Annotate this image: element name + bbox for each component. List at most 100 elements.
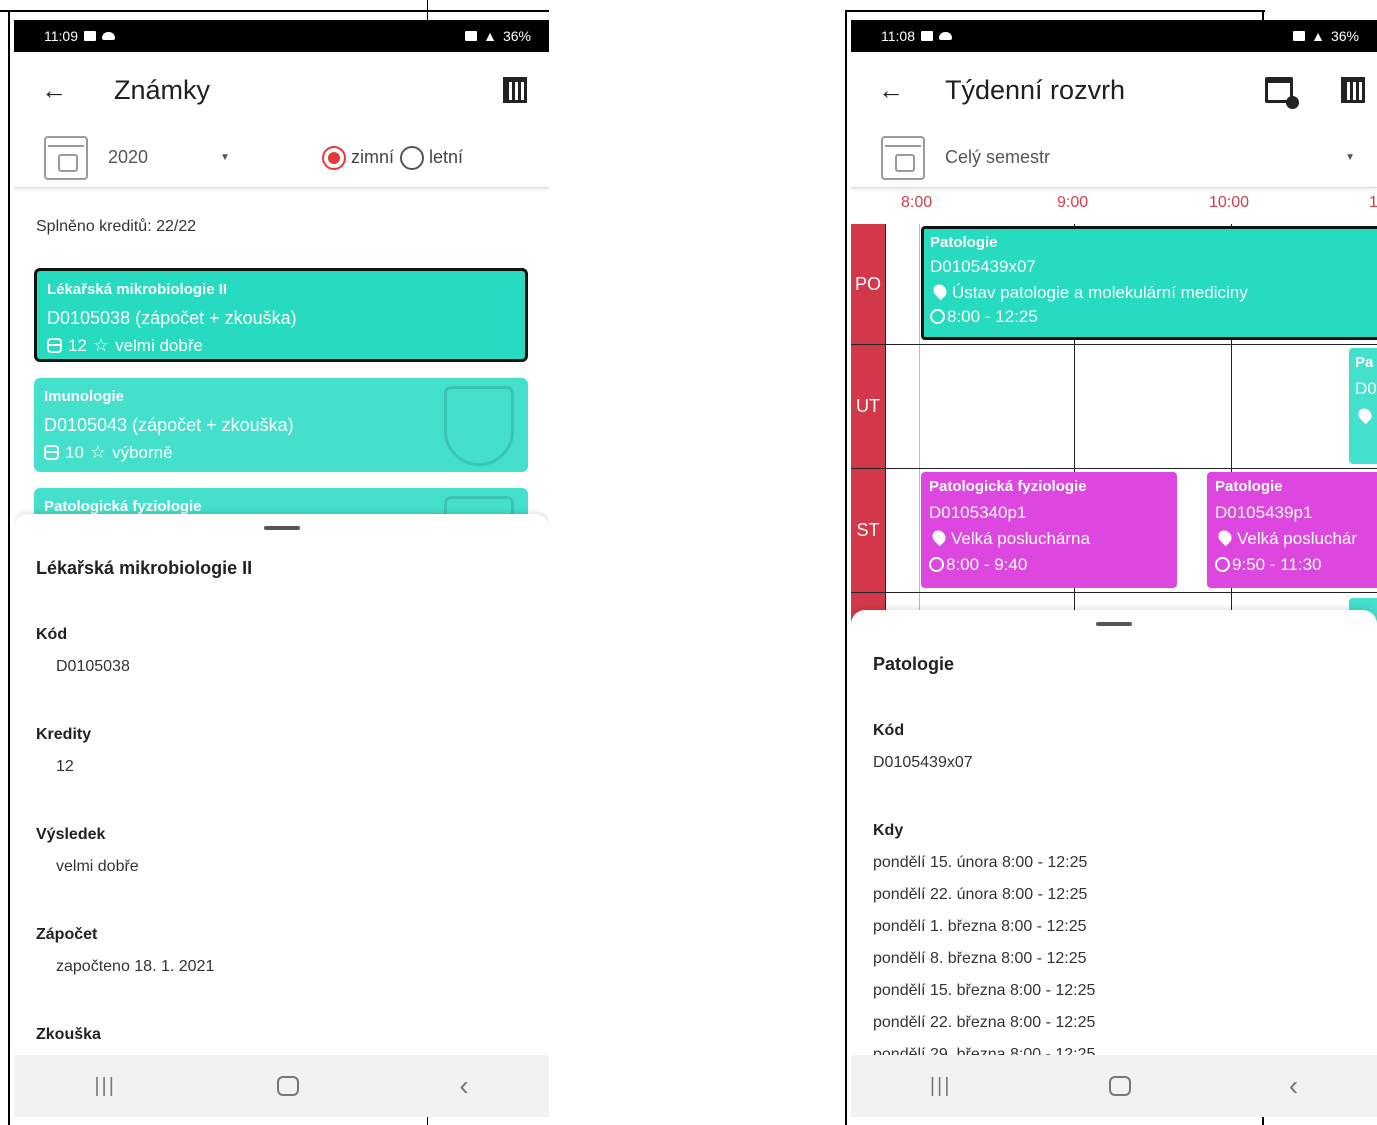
timetable-event[interactable]: Patologická fyziologie D0105340p1 Velká … [921, 472, 1177, 588]
event-time: 9:50 - 11:30 [1232, 555, 1322, 574]
time-label: 10:00 [1209, 194, 1250, 211]
back-arrow-icon[interactable]: ← [861, 75, 921, 106]
grid-vline [885, 224, 886, 644]
cloud-icon [102, 32, 115, 40]
radio-summer-label[interactable]: letní [429, 147, 463, 168]
clock-icon [930, 309, 945, 324]
clock-icon [1215, 557, 1230, 572]
calendar-icon [44, 135, 88, 180]
alarm-icon [465, 31, 478, 41]
dropdown-arrow-icon[interactable]: ▼ [220, 152, 230, 163]
building-icon[interactable] [1341, 77, 1365, 103]
back-nav-icon[interactable]: ‹ [1289, 1070, 1298, 1102]
signal-icon: ▲ [1311, 28, 1325, 44]
field-value: D0105439x07 [873, 754, 973, 771]
filter-bar: 2020 ▼ zimní letní [14, 128, 549, 188]
back-nav-icon[interactable]: ‹ [459, 1070, 468, 1102]
timetable-event[interactable]: Patologie D0105439p1 Velká posluchár 9:5… [1207, 472, 1377, 588]
credits-summary: Splněno kreditů: 22/22 [36, 218, 197, 235]
timetable-event[interactable]: Patologie D0105439x07 Ústav patologie a … [921, 226, 1377, 340]
guide-line [0, 10, 549, 12]
timetable-event[interactable]: Pa D0 [1349, 348, 1377, 464]
grid-vline [919, 224, 920, 644]
location-pin-icon [930, 281, 950, 301]
course-name: Lékařská mikrobiologie II [47, 281, 228, 298]
status-time: 11:09 [44, 28, 78, 44]
sheet-handle[interactable] [263, 526, 300, 530]
filter-bar: Celý semestr ▼ [851, 128, 1377, 188]
status-time: 11:08 [881, 28, 915, 44]
home-icon[interactable] [276, 1076, 299, 1096]
radio-winter-button[interactable] [321, 145, 346, 170]
guide-line [845, 10, 847, 1125]
field-value: D0105038 [56, 658, 130, 675]
field-value: 12 [56, 758, 74, 775]
guide-line [845, 10, 1265, 12]
detail-sheet: Patologie Kód D0105439x07 Kdy pondělí 15… [851, 610, 1377, 1063]
grade-card[interactable]: Lékařská mikrobiologie II D0105038 (zápo… [34, 268, 528, 362]
sheet-handle[interactable] [1096, 622, 1132, 626]
when-item: pondělí 22. března 8:00 - 12:25 [873, 1014, 1096, 1031]
dropdown-arrow-icon[interactable]: ▼ [1345, 152, 1355, 163]
when-item: pondělí 8. března 8:00 - 12:25 [873, 950, 1087, 967]
building-icon[interactable] [503, 77, 527, 103]
app-bar: ← Týdenní rozvrh [851, 52, 1377, 128]
event-place: Velká posluchár [1237, 529, 1358, 548]
credits-icon [47, 338, 62, 353]
radio-summer[interactable]: letní [399, 145, 463, 170]
day-label: UT [851, 345, 885, 468]
year-select[interactable]: 2020 [108, 147, 148, 168]
field-label: Kód [36, 626, 68, 643]
when-item: pondělí 15. února 8:00 - 12:25 [873, 854, 1088, 871]
event-code: D0105439x07 [930, 257, 1036, 276]
radio-winter[interactable]: zimní [321, 145, 394, 170]
calendar-icon [881, 135, 925, 180]
time-header: 8:00 9:00 10:00 1 [851, 188, 1377, 224]
home-icon[interactable] [1109, 1076, 1132, 1096]
day-label: PO [851, 224, 885, 344]
calendar-clock-icon[interactable] [1265, 77, 1299, 109]
status-battery: 36% [1330, 28, 1359, 44]
course-credits: 10 [65, 442, 84, 462]
day-label: ST [851, 469, 885, 592]
course-grade: velmi dobře [115, 335, 203, 355]
course-credits: 12 [68, 335, 87, 355]
timetable-screen: 11:08 ▲ 36% ← Týdenní rozvrh Celý semestr… [851, 20, 1377, 1117]
trophy-icon [444, 386, 514, 466]
field-label: Zkouška [36, 1026, 101, 1043]
system-nav-bar: ||| ‹ [14, 1055, 549, 1117]
gallery-icon [84, 31, 96, 41]
event-place: Ústav patologie a molekulární mediciny [952, 283, 1248, 302]
field-label: Kredity [36, 726, 92, 743]
radio-summer-button[interactable] [399, 145, 424, 170]
grid-hline [851, 592, 1377, 593]
grade-card[interactable]: Imunologie D0105043 (zápočet + zkouška) … [34, 378, 528, 472]
star-icon: ☆ [89, 442, 107, 462]
guide-line [8, 10, 10, 1125]
time-label: 8:00 [901, 194, 933, 211]
event-time: 8:00 - 9:40 [946, 555, 1028, 574]
back-arrow-icon[interactable]: ← [24, 75, 84, 106]
location-pin-icon [1215, 527, 1235, 547]
event-code: D0105439p1 [1215, 503, 1313, 522]
radio-winter-label[interactable]: zimní [351, 147, 394, 168]
page-title: Týdenní rozvrh [945, 74, 1126, 105]
recent-apps-icon[interactable]: ||| [930, 1075, 952, 1098]
course-code: D0105038 (zápočet + zkouška) [47, 308, 297, 328]
event-name: Pa [1355, 354, 1374, 371]
system-nav-bar: ||| ‹ [851, 1055, 1377, 1117]
grades-screen: 11:09 ▲ 36% ← Známky 2020 ▼ zimní letní S… [14, 20, 549, 1117]
event-place: Velká posluchárna [951, 529, 1090, 548]
status-battery: 36% [502, 28, 531, 44]
semester-select[interactable]: Celý semestr [945, 147, 1050, 168]
signal-icon: ▲ [483, 28, 497, 44]
field-value: velmi dobře [56, 858, 139, 875]
event-code: D0105340p1 [929, 503, 1027, 522]
location-pin-icon [929, 527, 949, 547]
event-name: Patologie [930, 234, 998, 251]
when-item: pondělí 15. března 8:00 - 12:25 [873, 982, 1096, 999]
grid-hline [851, 344, 1377, 345]
status-bar: 11:08 ▲ 36% [851, 20, 1377, 52]
event-code: D0 [1355, 379, 1377, 398]
recent-apps-icon[interactable]: ||| [94, 1075, 116, 1098]
